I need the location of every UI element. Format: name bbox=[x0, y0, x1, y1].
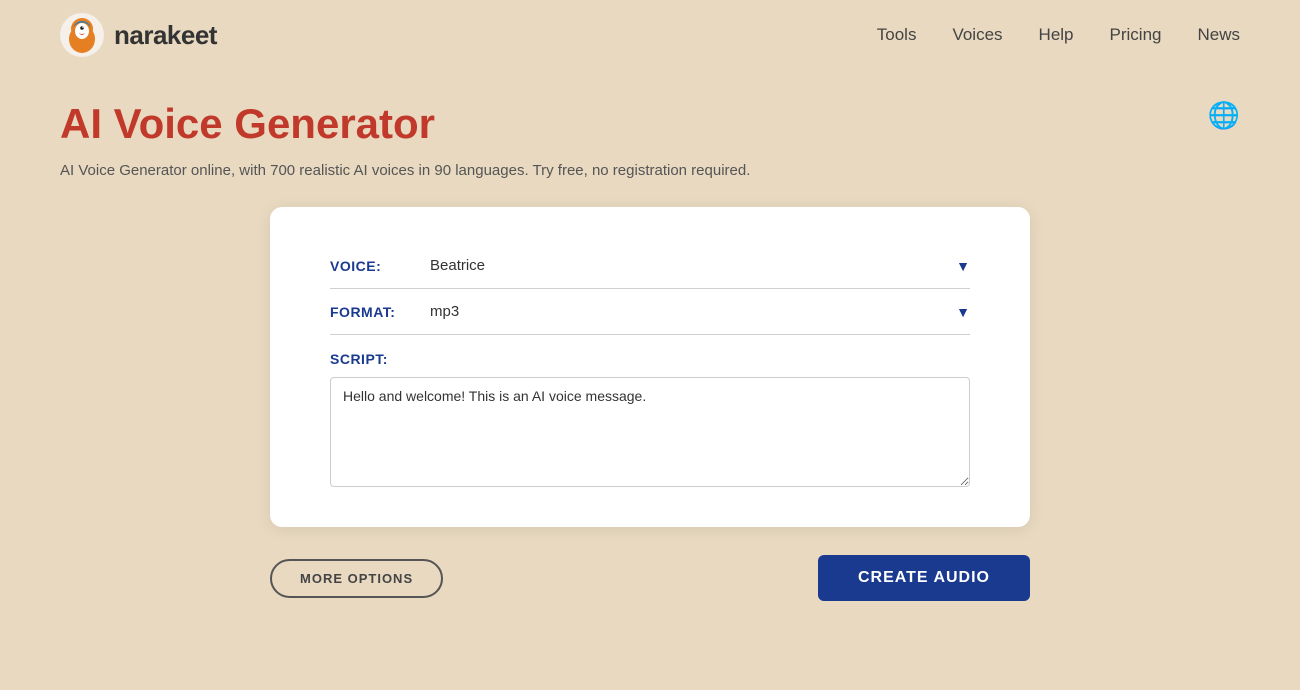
nav-pricing[interactable]: Pricing bbox=[1110, 25, 1162, 45]
logo-area[interactable]: narakeet bbox=[60, 13, 217, 57]
nav: Tools Voices Help Pricing News bbox=[877, 25, 1240, 45]
nav-voices[interactable]: Voices bbox=[952, 25, 1002, 45]
form-card: VOICE: Beatrice ▼ FORMAT: mp3 ▼ SCRIPT: bbox=[270, 207, 1030, 527]
nav-news[interactable]: News bbox=[1197, 25, 1240, 45]
voice-label: VOICE: bbox=[330, 258, 430, 274]
header: narakeet Tools Voices Help Pricing News bbox=[0, 0, 1300, 70]
script-label: SCRIPT: bbox=[330, 351, 970, 367]
create-audio-button[interactable]: CREATE AUDIO bbox=[818, 555, 1030, 601]
nav-help[interactable]: Help bbox=[1039, 25, 1074, 45]
voice-dropdown-arrow: ▼ bbox=[956, 258, 970, 274]
voice-row: VOICE: Beatrice ▼ bbox=[330, 243, 970, 289]
format-select[interactable]: mp3 ▼ bbox=[430, 303, 970, 320]
nav-tools[interactable]: Tools bbox=[877, 25, 917, 45]
voice-select[interactable]: Beatrice ▼ bbox=[430, 257, 970, 274]
script-row: SCRIPT: bbox=[330, 335, 970, 487]
page-title: AI Voice Generator bbox=[60, 100, 1240, 148]
voice-value: Beatrice bbox=[430, 257, 485, 274]
page-subtitle: AI Voice Generator online, with 700 real… bbox=[60, 162, 1240, 179]
logo-icon bbox=[60, 13, 104, 57]
script-textarea[interactable] bbox=[330, 377, 970, 487]
format-row: FORMAT: mp3 ▼ bbox=[330, 289, 970, 335]
format-dropdown-arrow: ▼ bbox=[956, 304, 970, 320]
logo-text: narakeet bbox=[114, 20, 217, 51]
format-label: FORMAT: bbox=[330, 304, 430, 320]
main-content: AI Voice Generator AI Voice Generator on… bbox=[0, 70, 1300, 601]
buttons-row: MORE OPTIONS CREATE AUDIO bbox=[270, 555, 1030, 601]
format-value: mp3 bbox=[430, 303, 459, 320]
more-options-button[interactable]: MORE OPTIONS bbox=[270, 559, 443, 598]
